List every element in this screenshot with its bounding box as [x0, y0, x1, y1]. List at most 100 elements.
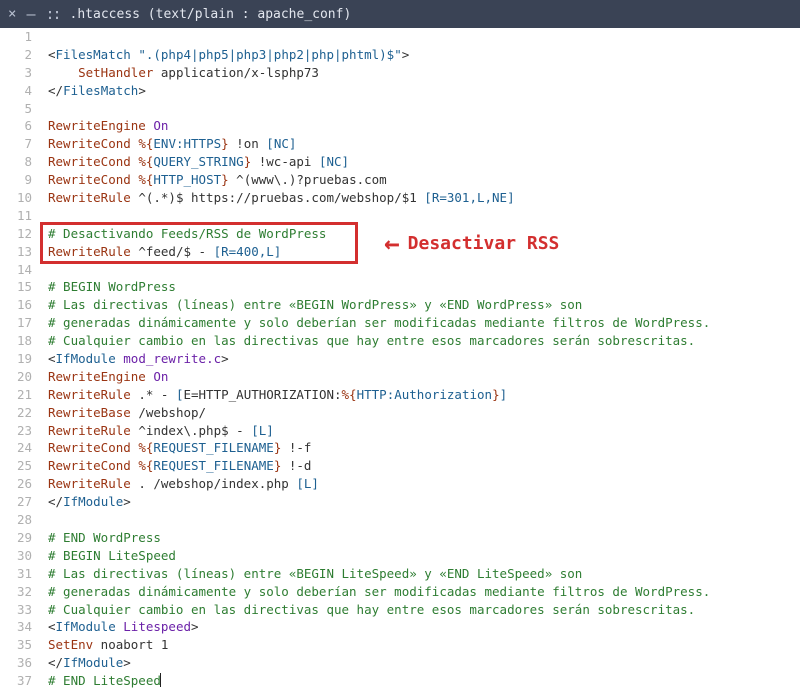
token: RewriteCond — [48, 440, 131, 455]
code-line[interactable]: # END WordPress — [48, 529, 800, 547]
token: . /webshop/index.php — [131, 476, 297, 491]
code-line[interactable]: <IfModule Litespeed> — [48, 618, 800, 636]
code-line[interactable]: # BEGIN WordPress — [48, 278, 800, 296]
token: [R=400,L] — [214, 244, 282, 259]
code-line[interactable]: </FilesMatch> — [48, 82, 800, 100]
code-line[interactable]: RewriteCond %{HTTP_HOST} ^(www\.)?prueba… — [48, 171, 800, 189]
editor[interactable]: 1234567891011121314151617181920212223242… — [0, 28, 800, 690]
token: ^(www\.)?pruebas.com — [229, 172, 387, 187]
token: %{ — [138, 458, 153, 473]
token: E=HTTP_AUTHORIZATION: — [183, 387, 341, 402]
token: RewriteRule — [48, 190, 131, 205]
token: FilesMatch — [63, 83, 138, 98]
token: %{ — [138, 440, 153, 455]
code-line[interactable]: </IfModule> — [48, 493, 800, 511]
line-number: 3 — [6, 64, 32, 82]
token: ^(.*)$ https://pruebas.com/webshop/$1 — [131, 190, 425, 205]
code-line[interactable]: RewriteCond %{REQUEST_FILENAME} !-f — [48, 439, 800, 457]
code-line[interactable]: # Desactivando Feeds/RSS de WordPress — [48, 225, 800, 243]
code-line[interactable]: RewriteCond %{REQUEST_FILENAME} !-d — [48, 457, 800, 475]
code-line[interactable]: SetHandler application/x-lsphp73 — [48, 64, 800, 82]
token: RewriteCond — [48, 154, 131, 169]
line-number: 7 — [6, 135, 32, 153]
line-number: 12 — [6, 225, 32, 243]
token: RewriteRule — [48, 476, 131, 491]
token: %{ — [138, 172, 153, 187]
token: ^feed/$ - — [131, 244, 214, 259]
code-area[interactable]: ← Desactivar RSS <FilesMatch ".(php4|php… — [44, 28, 800, 690]
token — [48, 65, 78, 80]
token: !wc-api — [251, 154, 319, 169]
code-line[interactable] — [48, 207, 800, 225]
minimize-icon[interactable]: – — [26, 5, 35, 23]
token: %{ — [138, 154, 153, 169]
line-number: 8 — [6, 153, 32, 171]
code-line[interactable]: # generadas dinámicamente y solo debería… — [48, 314, 800, 332]
token: HTTP:Authorization — [357, 387, 492, 402]
line-gutter: 1234567891011121314151617181920212223242… — [0, 28, 44, 690]
code-line[interactable] — [48, 28, 800, 46]
line-number: 23 — [6, 422, 32, 440]
code-line[interactable]: <IfModule mod_rewrite.c> — [48, 350, 800, 368]
code-line[interactable]: # Cualquier cambio en las directivas que… — [48, 332, 800, 350]
code-line[interactable]: RewriteRule ^(.*)$ https://pruebas.com/w… — [48, 189, 800, 207]
code-line[interactable]: RewriteCond %{QUERY_STRING} !wc-api [NC] — [48, 153, 800, 171]
token: < — [48, 619, 56, 634]
code-line[interactable]: RewriteRule ^index\.php$ - [L] — [48, 422, 800, 440]
token: Litespeed — [123, 619, 191, 634]
token: IfModule — [56, 619, 116, 634]
token: > — [123, 655, 131, 670]
code-line[interactable]: RewriteRule . /webshop/index.php [L] — [48, 475, 800, 493]
code-line[interactable] — [48, 511, 800, 529]
token: %{ — [342, 387, 357, 402]
token: </ — [48, 494, 63, 509]
line-number: 10 — [6, 189, 32, 207]
token: !on — [229, 136, 267, 151]
code-line[interactable] — [48, 261, 800, 279]
token: </ — [48, 655, 63, 670]
code-line[interactable]: SetEnv noabort 1 — [48, 636, 800, 654]
line-number: 20 — [6, 368, 32, 386]
token: ENV:HTTPS — [153, 136, 221, 151]
code-line[interactable]: # END LiteSpeed — [48, 672, 800, 690]
line-number: 37 — [6, 672, 32, 690]
token: application/x-lsphp73 — [153, 65, 319, 80]
token: # Cualquier cambio en las directivas que… — [48, 333, 695, 348]
code-line[interactable]: # Las directivas (líneas) entre «BEGIN L… — [48, 565, 800, 583]
token: [L] — [296, 476, 319, 491]
code-line[interactable]: # Cualquier cambio en las directivas que… — [48, 601, 800, 619]
token: # Las directivas (líneas) entre «BEGIN W… — [48, 297, 582, 312]
line-number: 2 — [6, 46, 32, 64]
token: # BEGIN WordPress — [48, 279, 176, 294]
token: %{ — [138, 136, 153, 151]
line-number: 28 — [6, 511, 32, 529]
token: RewriteRule — [48, 423, 131, 438]
token: SetHandler — [78, 65, 153, 80]
code-line[interactable] — [48, 100, 800, 118]
code-line[interactable]: RewriteEngine On — [48, 117, 800, 135]
line-number: 32 — [6, 583, 32, 601]
code-line[interactable]: RewriteEngine On — [48, 368, 800, 386]
code-line[interactable]: RewriteRule ^feed/$ - [R=400,L] — [48, 243, 800, 261]
line-number: 22 — [6, 404, 32, 422]
token: RewriteCond — [48, 172, 131, 187]
code-line[interactable]: RewriteCond %{ENV:HTTPS} !on [NC] — [48, 135, 800, 153]
code-line[interactable]: RewriteBase /webshop/ — [48, 404, 800, 422]
code-line[interactable]: # BEGIN LiteSpeed — [48, 547, 800, 565]
code-line[interactable]: </IfModule> — [48, 654, 800, 672]
line-number: 21 — [6, 386, 32, 404]
token: ^index\.php$ - — [131, 423, 251, 438]
close-icon[interactable]: × — [8, 6, 16, 22]
token: RewriteCond — [48, 136, 131, 151]
token: FilesMatch — [56, 47, 131, 62]
code-line[interactable]: <FilesMatch ".(php4|php5|php3|php2|php|p… — [48, 46, 800, 64]
token: > — [221, 351, 229, 366]
code-line[interactable]: RewriteRule .* - [E=HTTP_AUTHORIZATION:%… — [48, 386, 800, 404]
code-line[interactable]: # generadas dinámicamente y solo debería… — [48, 583, 800, 601]
token: # generadas dinámicamente y solo debería… — [48, 584, 710, 599]
token: > — [402, 47, 410, 62]
token: /webshop/ — [131, 405, 206, 420]
token: # BEGIN LiteSpeed — [48, 548, 176, 563]
line-number: 5 — [6, 100, 32, 118]
code-line[interactable]: # Las directivas (líneas) entre «BEGIN W… — [48, 296, 800, 314]
